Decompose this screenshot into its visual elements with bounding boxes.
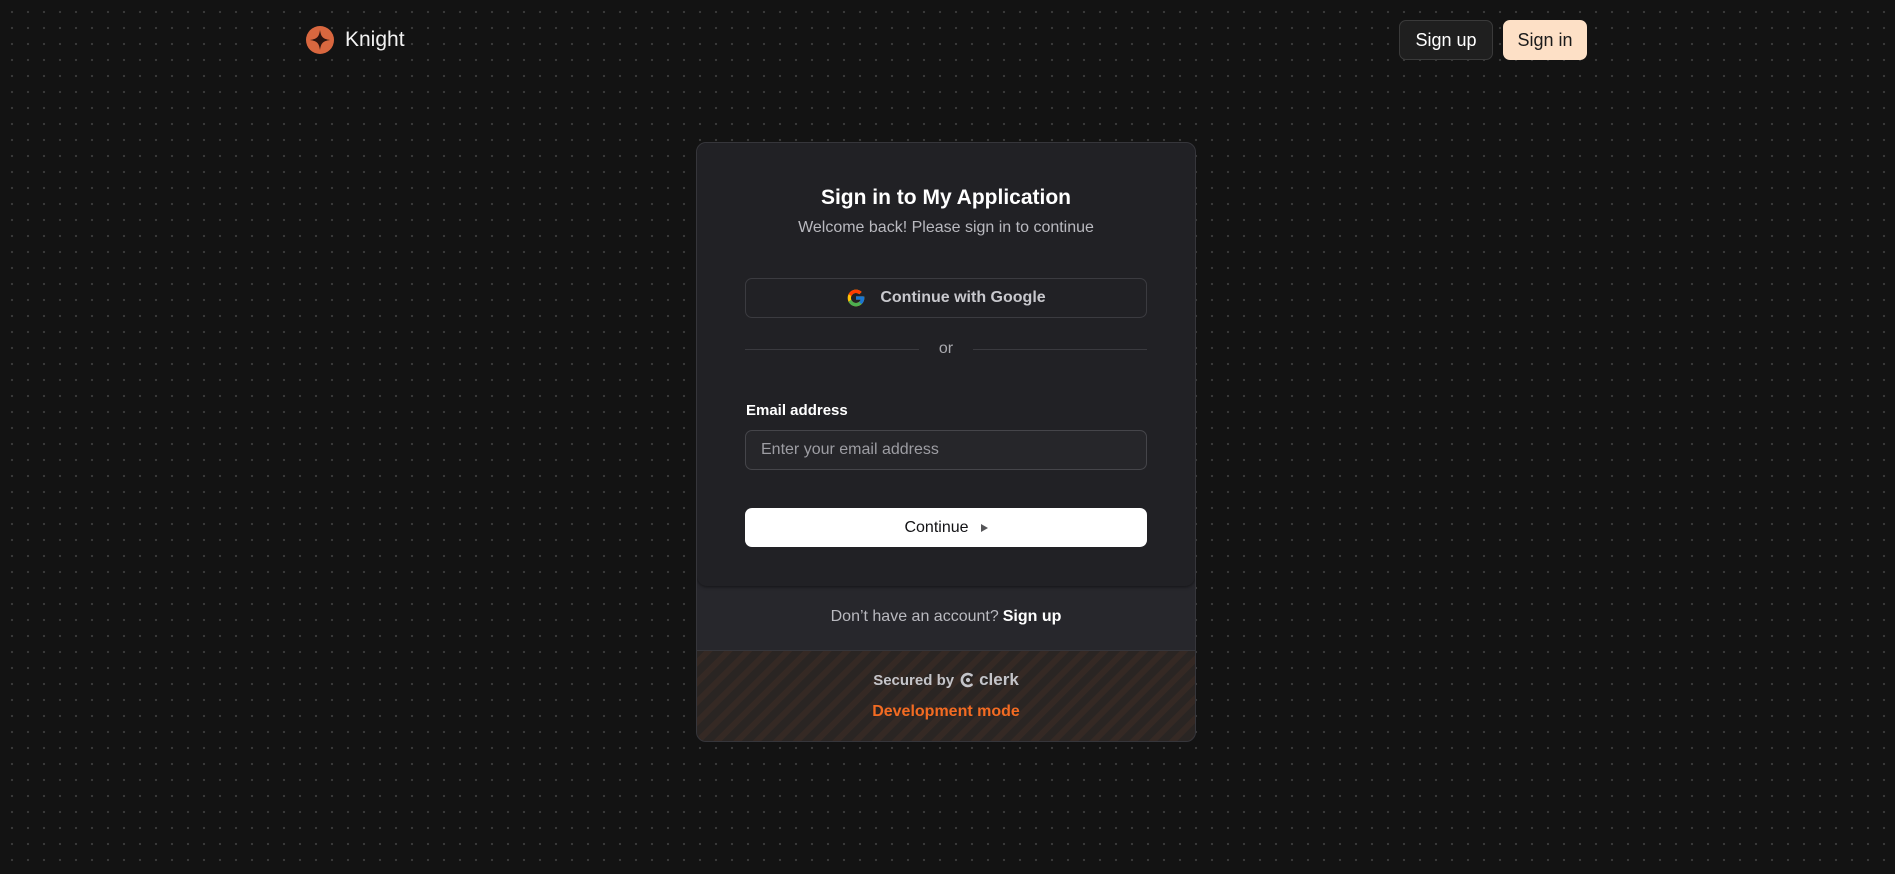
sign-in-card: Sign in to My Application Welcome back! … bbox=[696, 142, 1196, 742]
nav-actions: Sign up Sign in bbox=[1399, 20, 1587, 60]
divider-line-right bbox=[973, 348, 1148, 350]
clerk-logo-icon bbox=[960, 672, 973, 688]
email-label: Email address bbox=[746, 402, 848, 419]
footer-sign-up-link[interactable]: Sign up bbox=[1003, 608, 1062, 625]
signup-prompt-text: Don’t have an account? bbox=[830, 608, 999, 625]
secured-by-row: Secured by clerk bbox=[697, 670, 1195, 690]
card-title: Sign in to My Application bbox=[820, 186, 1072, 209]
signup-prompt: Don’t have an account? Sign up bbox=[697, 608, 1195, 626]
card-subtitle: Welcome back! Please sign in to continue bbox=[798, 219, 1094, 236]
continue-with-google-button[interactable]: Continue with Google bbox=[745, 278, 1147, 318]
brand[interactable]: Knight bbox=[305, 24, 405, 56]
google-button-label: Continue with Google bbox=[880, 289, 1046, 306]
caret-right-icon bbox=[980, 523, 988, 532]
clerk-logo[interactable]: clerk bbox=[960, 670, 1019, 690]
knight-star-logo-icon bbox=[306, 26, 334, 54]
continue-button-label: Continue bbox=[904, 518, 969, 536]
development-mode-label: Development mode bbox=[872, 703, 1020, 720]
or-divider: or bbox=[745, 339, 1148, 359]
divider-text: or bbox=[938, 340, 954, 357]
top-navbar: Knight Sign up Sign in bbox=[0, 0, 1895, 80]
secured-by-text: Secured by bbox=[873, 671, 955, 689]
header-sign-in-button[interactable]: Sign in bbox=[1503, 20, 1587, 60]
email-input[interactable] bbox=[745, 430, 1147, 470]
brand-name: Knight bbox=[345, 28, 405, 51]
header-sign-up-button[interactable]: Sign up bbox=[1399, 20, 1493, 60]
clerk-wordmark: clerk bbox=[979, 670, 1019, 689]
google-icon bbox=[848, 289, 865, 307]
sign-in-form-panel: Sign in to My Application Welcome back! … bbox=[697, 143, 1195, 586]
divider-line-left bbox=[745, 348, 919, 350]
secured-by-footer: Secured by clerk Development mode bbox=[697, 650, 1195, 741]
continue-button[interactable]: Continue bbox=[745, 508, 1147, 547]
